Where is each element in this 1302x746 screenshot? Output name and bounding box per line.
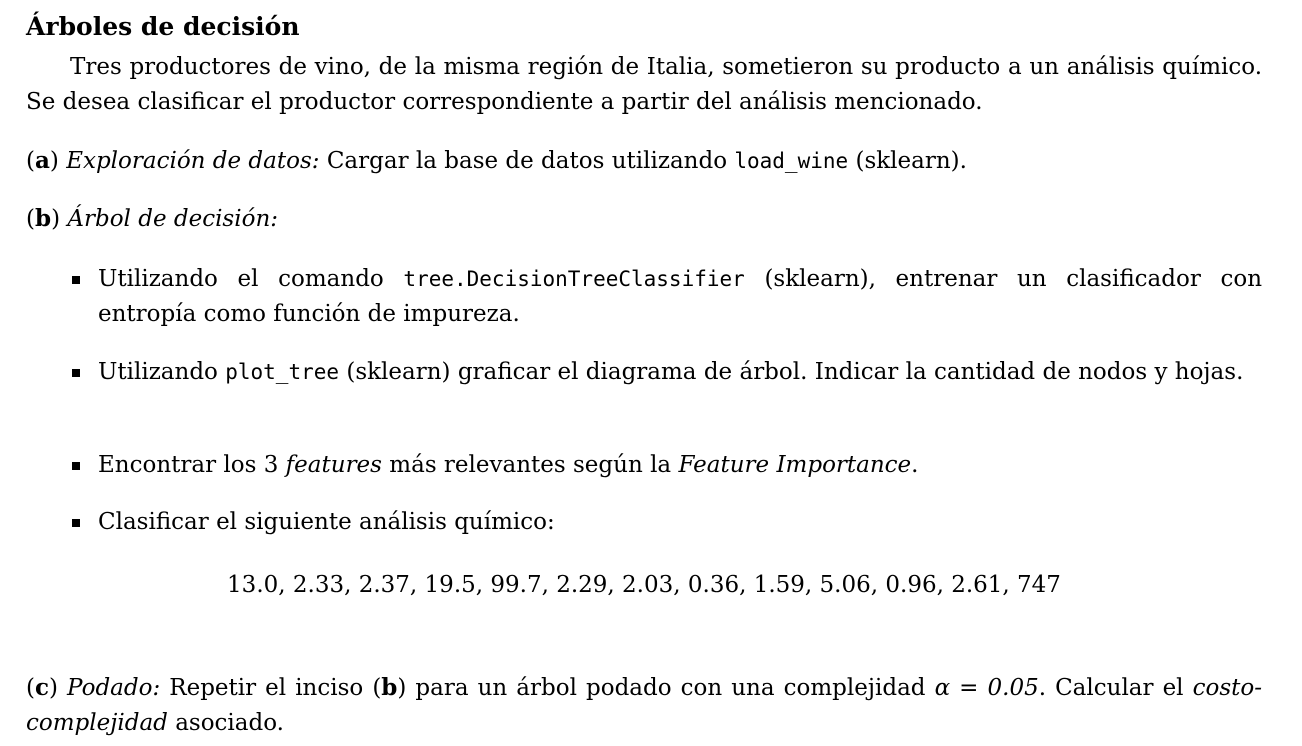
bullet-item: Clasificar el siguiente análisis químico… <box>72 505 1262 540</box>
item-c-heading: Podado: <box>67 675 161 701</box>
item-c-text3: . Calcular el <box>1038 675 1184 701</box>
bullet-3-after: . <box>911 452 919 478</box>
bullet-3-before: Encontrar los 3 <box>98 452 279 478</box>
bullet-text: Utilizando plot_tree (sklearn) graficar … <box>98 355 1262 390</box>
bullet-text: Encontrar los 3 features más relevantes … <box>98 448 1262 483</box>
intro-text: Tres productores de vino, de la misma re… <box>26 54 1262 115</box>
bullet-4-text: Clasificar el siguiente análisis químico… <box>98 509 555 535</box>
bullet-1-code: tree.DecisionTreeClassifier <box>403 267 745 291</box>
section-title: Árboles de decisión <box>26 12 300 41</box>
item-a-text-before: Cargar la base de datos utilizando <box>326 148 728 174</box>
bullet-3-italic: features <box>285 452 382 478</box>
bullet-2-after: (sklearn) graficar el diagrama de árbol.… <box>346 359 1244 385</box>
item-c-mark: c <box>34 674 49 701</box>
item-a-mark: a <box>34 147 50 174</box>
bullet-2-code: plot_tree <box>225 360 340 384</box>
item-b: (b) Árbol de decisión: <box>26 205 279 232</box>
item-c-text1: Repetir el inciso ( <box>169 675 382 701</box>
item-b-mark: b <box>34 205 52 232</box>
bullet-item: Utilizando el comando tree.DecisionTreeC… <box>72 262 1262 332</box>
bullet-square-icon <box>72 276 80 284</box>
item-c: (c) Podado: Repetir el inciso (b) para u… <box>26 674 1263 736</box>
bullet-item: Utilizando plot_tree (sklearn) graficar … <box>72 355 1262 390</box>
item-c-text4: asociado. <box>175 710 284 736</box>
item-a: (a) Exploración de datos: Cargar la base… <box>26 147 967 174</box>
item-a-text-after: (sklearn). <box>855 148 967 174</box>
item-c-alpha: α = 0.05 <box>934 675 1039 701</box>
item-c-ref: b <box>381 674 398 701</box>
item-b-heading: Árbol de decisión: <box>67 206 279 232</box>
bullet-3-italic2: Feature Importance <box>678 452 912 478</box>
bullet-square-icon <box>72 369 80 377</box>
bullet-text: Utilizando el comando tree.DecisionTreeC… <box>98 262 1262 332</box>
item-c-text2: ) para un árbol podado con una complejid… <box>397 675 926 701</box>
bullet-1-before: Utilizando el comando <box>98 266 384 292</box>
bullet-square-icon <box>72 462 80 470</box>
chemical-values: 13.0, 2.33, 2.37, 19.5, 99.7, 2.29, 2.03… <box>227 572 1061 598</box>
intro-paragraph: Tres productores de vino, de la misma re… <box>26 50 1262 120</box>
bullet-square-icon <box>72 519 80 527</box>
bullet-3-middle: más relevantes según la <box>389 452 672 478</box>
bullet-item: Encontrar los 3 features más relevantes … <box>72 448 1262 483</box>
item-a-heading: Exploración de datos: <box>66 148 320 174</box>
item-a-code: load_wine <box>734 149 849 173</box>
bullet-2-before: Utilizando <box>98 359 218 385</box>
bullet-text: Clasificar el siguiente análisis químico… <box>98 505 1262 540</box>
